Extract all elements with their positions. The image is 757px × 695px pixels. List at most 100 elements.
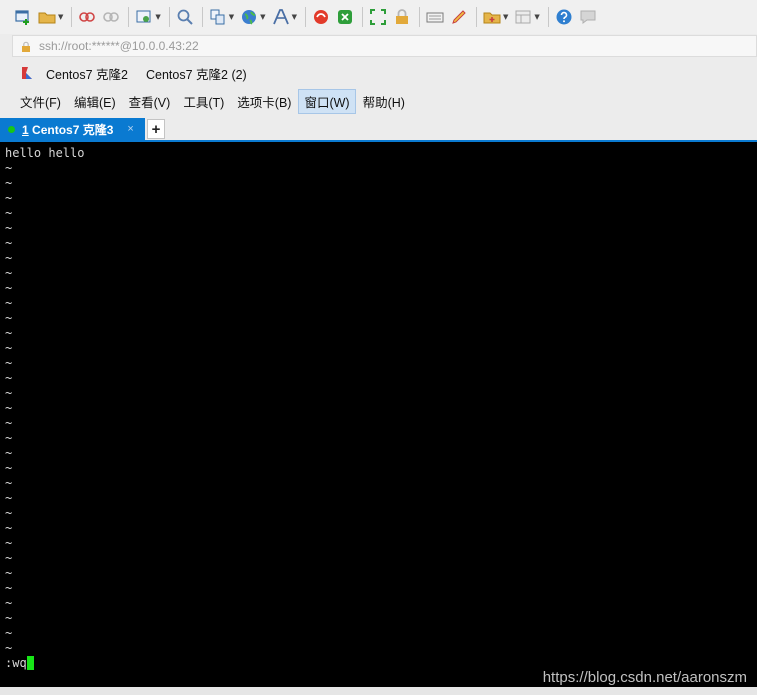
dropdown-arrow-icon[interactable]: ▼ <box>292 13 297 21</box>
vim-empty-line: ~ <box>5 191 13 205</box>
vim-empty-line: ~ <box>5 356 13 370</box>
xshell-green-icon <box>337 10 352 24</box>
globe-button[interactable]: ▼ <box>240 4 266 30</box>
new-tab-icon <box>483 12 501 24</box>
toolbar-separator <box>418 7 420 27</box>
vim-empty-line: ~ <box>5 416 13 430</box>
toolbar-separator <box>547 7 549 27</box>
properties-icon <box>136 10 151 23</box>
link-item-centos7-clone2-2[interactable]: Centos7 克隆2 (2) <box>146 64 247 83</box>
bookmark-icon[interactable] <box>20 66 34 80</box>
new-session-button[interactable] <box>14 4 32 30</box>
xftp-icon <box>313 10 328 24</box>
reconnect-button[interactable] <box>78 4 96 30</box>
connected-status-icon <box>8 125 15 133</box>
help-icon <box>556 9 572 25</box>
vim-empty-line: ~ <box>5 611 13 625</box>
tab-centos7-clone3[interactable]: 1 Centos7 克隆3 × <box>0 118 145 140</box>
tab-number: 1 <box>22 122 29 137</box>
link-item-centos7-clone2[interactable]: Centos7 克隆2 <box>46 64 128 83</box>
add-tab-button[interactable]: + <box>147 119 165 139</box>
new-session-icon <box>15 10 29 25</box>
font-icon <box>272 9 289 25</box>
disconnect-button[interactable] <box>102 4 120 30</box>
transfer-button[interactable]: ▼ <box>209 4 234 30</box>
vim-empty-line: ~ <box>5 596 13 610</box>
vim-empty-line: ~ <box>5 581 13 595</box>
terminal-area[interactable]: hello hello ~ ~ ~ ~ ~ ~ ~ ~ ~ ~ ~ ~ ~ ~ … <box>0 142 757 687</box>
vim-empty-line: ~ <box>5 566 13 580</box>
vim-empty-line: ~ <box>5 386 13 400</box>
terminal-line: hello hello <box>5 146 85 160</box>
address-text: ssh://root:******@10.0.0.43:22 <box>39 39 199 53</box>
toolbar-separator <box>168 7 170 27</box>
vim-empty-line: ~ <box>5 296 13 310</box>
xshell-green-button[interactable] <box>336 4 354 30</box>
tab-strip: 1 Centos7 克隆3 × + <box>0 116 757 142</box>
menu-edit[interactable]: 编辑(E) <box>68 89 122 114</box>
find-button[interactable] <box>176 4 194 30</box>
vim-empty-line: ~ <box>5 506 13 520</box>
toolbar-separator <box>361 7 363 27</box>
dropdown-arrow-icon[interactable]: ▼ <box>58 13 63 21</box>
main-toolbar: ▼ ▼ ▼ ▼ ▼ ▼ ▼ <box>0 0 757 34</box>
command-line[interactable]: :wq <box>5 656 34 671</box>
vim-empty-line: ~ <box>5 161 13 175</box>
vim-empty-line: ~ <box>5 491 13 505</box>
keyboard-icon <box>426 12 444 23</box>
close-icon[interactable]: × <box>127 123 133 135</box>
new-tab-button[interactable]: ▼ <box>483 4 508 30</box>
vim-empty-line: ~ <box>5 236 13 250</box>
menu-bar: 文件(F) 编辑(E) 查看(V) 工具(T) 选项卡(B) 窗口(W) 帮助(… <box>0 88 757 114</box>
vim-empty-line: ~ <box>5 281 13 295</box>
highlight-button[interactable] <box>450 4 468 30</box>
keyboard-button[interactable] <box>426 4 444 30</box>
vim-empty-line: ~ <box>5 461 13 475</box>
xftp-button[interactable] <box>312 4 330 30</box>
dropdown-arrow-icon[interactable]: ▼ <box>229 13 234 21</box>
vim-empty-line: ~ <box>5 551 13 565</box>
lock-button[interactable] <box>393 4 411 30</box>
reconnect-icon <box>79 12 96 22</box>
vim-empty-line: ~ <box>5 446 13 460</box>
fullscreen-icon <box>369 9 386 25</box>
lock-icon <box>22 41 30 52</box>
font-button[interactable]: ▼ <box>272 4 297 30</box>
vim-empty-line: ~ <box>5 641 13 655</box>
toolbar-separator <box>304 7 306 27</box>
vim-empty-line: ~ <box>5 626 13 640</box>
vim-empty-line: ~ <box>5 266 13 280</box>
vim-empty-line: ~ <box>5 371 13 385</box>
vim-empty-line: ~ <box>5 311 13 325</box>
properties-button[interactable]: ▼ <box>135 4 161 30</box>
toolbar-separator <box>201 7 203 27</box>
menu-file[interactable]: 文件(F) <box>14 89 67 114</box>
help-button[interactable] <box>555 4 573 30</box>
vim-empty-line: ~ <box>5 521 13 535</box>
menu-tabs[interactable]: 选项卡(B) <box>231 89 297 114</box>
menu-tools[interactable]: 工具(T) <box>177 89 230 114</box>
dropdown-arrow-icon[interactable]: ▼ <box>534 13 539 21</box>
links-bar: Centos7 克隆2 Centos7 克隆2 (2) <box>0 60 757 86</box>
menu-view[interactable]: 查看(V) <box>123 89 177 114</box>
vim-empty-line: ~ <box>5 206 13 220</box>
dropdown-arrow-icon[interactable]: ▼ <box>503 13 508 21</box>
vim-empty-line: ~ <box>5 476 13 490</box>
address-bar[interactable]: ssh://root:******@10.0.0.43:22 <box>12 35 757 57</box>
vim-empty-line: ~ <box>5 221 13 235</box>
menu-help[interactable]: 帮助(H) <box>357 89 411 114</box>
layout-button[interactable]: ▼ <box>514 4 540 30</box>
fullscreen-button[interactable] <box>369 4 387 30</box>
vim-empty-line: ~ <box>5 536 13 550</box>
highlight-pen-icon <box>452 10 466 24</box>
menu-window[interactable]: 窗口(W) <box>298 88 356 114</box>
toolbar-separator <box>71 7 73 27</box>
dropdown-arrow-icon[interactable]: ▼ <box>260 13 265 21</box>
open-folder-icon <box>38 12 56 24</box>
chat-button[interactable] <box>579 4 597 30</box>
open-button[interactable]: ▼ <box>38 4 63 30</box>
chat-icon <box>580 10 596 24</box>
command-text: :wq <box>5 656 27 670</box>
dropdown-arrow-icon[interactable]: ▼ <box>155 13 160 21</box>
watermark-text: https://blog.csdn.net/aaronszm <box>542 669 747 686</box>
